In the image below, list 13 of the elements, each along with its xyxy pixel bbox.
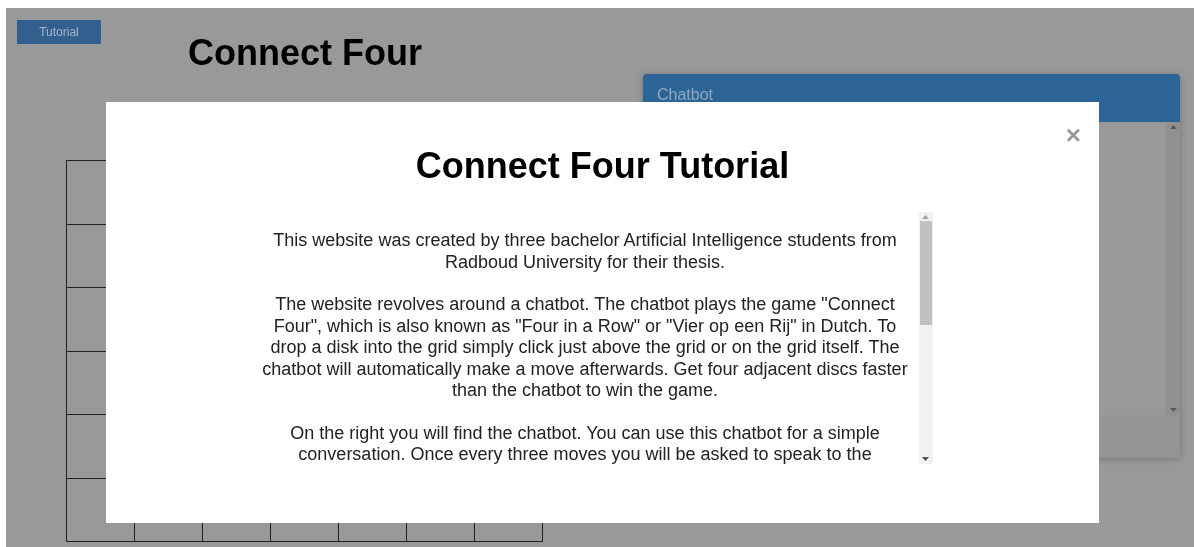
scrollbar[interactable] xyxy=(1166,122,1180,415)
tutorial-button[interactable]: Tutorial xyxy=(17,20,101,44)
scroll-up-icon[interactable] xyxy=(922,215,929,219)
scrollbar-thumb[interactable] xyxy=(919,221,932,325)
dialog-title: Connect Four Tutorial xyxy=(415,145,790,186)
close-button[interactable]: × xyxy=(1065,122,1081,148)
chatbot-title: Chatbot xyxy=(657,86,714,103)
paragraph: On the right you will find the chatbot. You can use this chatbot for a simple conversation. Once every three moves you will be asked to speak to the xyxy=(289,422,881,466)
paragraph: The website revolves around a chatbot. The chatbot plays the game "Connect Four", which is also known as "Four in a Row" or "Vier op een Rij" in Dutch. To drop a disk into the grid simply click just above the grid or on the grid itself. The chatbot will automatically make a move afterwards. Get four adjacent discs faster than the chatbot to win the game. xyxy=(261,294,909,402)
scrollbar[interactable] xyxy=(918,212,933,464)
scroll-up-icon[interactable] xyxy=(1169,125,1177,129)
page-title: Connect Four xyxy=(188,32,422,73)
paragraph: This website was created by three bachelor Artificial Intelligence students from Radboud University for their thesis. xyxy=(272,230,898,273)
